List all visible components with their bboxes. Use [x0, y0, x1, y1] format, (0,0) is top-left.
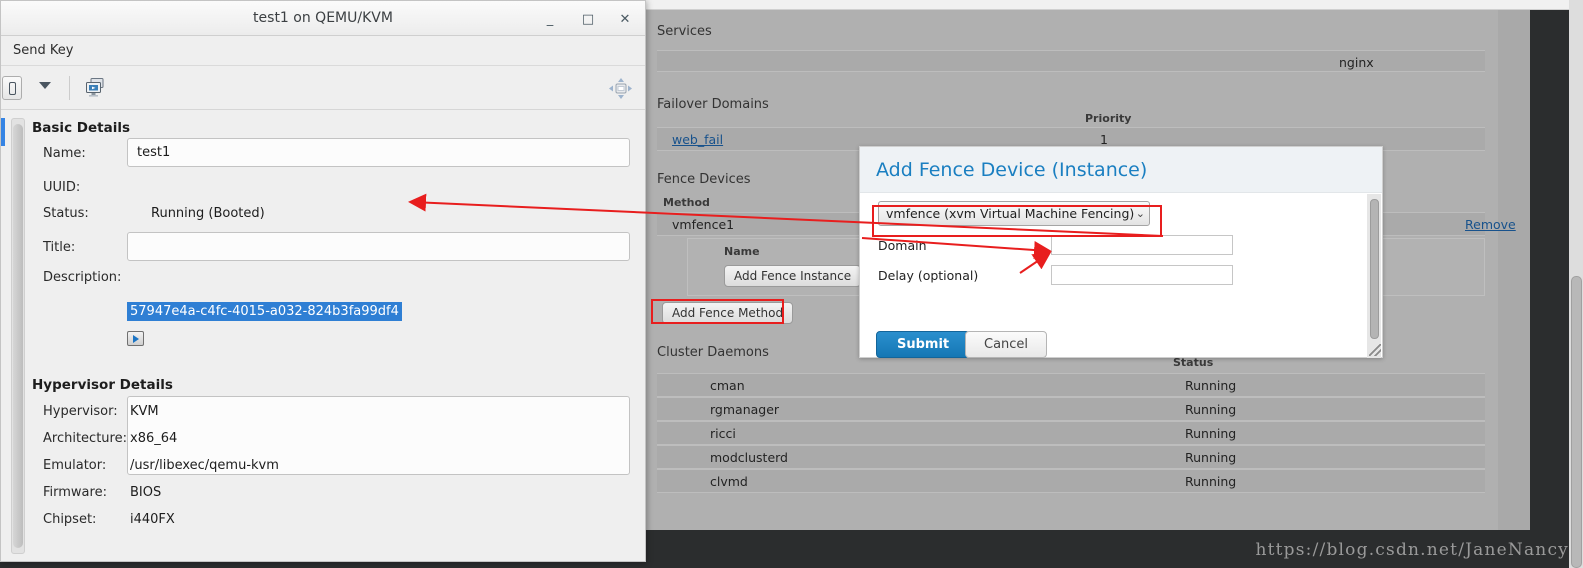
hypervisor-label: Hypervisor: — [43, 404, 118, 419]
fullscreen-icon[interactable] — [609, 78, 633, 100]
name-column-header: Name — [724, 245, 760, 258]
daemon-status: Running — [1185, 450, 1237, 465]
watermark-text: https://blog.csdn.net/JaneNancy — [1255, 540, 1569, 560]
delay-label: Delay (optional) — [878, 268, 979, 283]
priority-column-header: Priority — [1085, 112, 1132, 125]
daemon-name: rgmanager — [710, 402, 780, 417]
window-titlebar[interactable]: test1 on QEMU/KVM _ □ ✕ — [1, 1, 645, 36]
chipset-value: i440FX — [130, 512, 175, 527]
architecture-value: x86_64 — [130, 431, 178, 446]
title-label: Title: — [43, 240, 76, 255]
hypervisor-details-heading: Hypervisor Details — [32, 377, 173, 393]
selection-accent-bar — [1, 118, 5, 146]
daemon-status: Running — [1185, 402, 1237, 417]
submit-button[interactable]: Submit — [876, 331, 971, 358]
daemon-name: modclusterd — [710, 450, 788, 465]
fence-device-type-value: vmfence (xvm Virtual Machine Fencing) — [886, 206, 1135, 221]
firmware-value: BIOS — [130, 485, 162, 500]
chipset-label: Chipset: — [43, 512, 97, 527]
cluster-daemons-section-label: Cluster Daemons — [657, 345, 769, 360]
name-field-value: test1 — [137, 145, 171, 160]
emulator-label: Emulator: — [43, 458, 107, 473]
toolbar — [1, 66, 645, 110]
fence-devices-section-label: Fence Devices — [657, 172, 751, 187]
daemon-name: cman — [710, 378, 745, 393]
details-scrollbar-thumb[interactable] — [13, 124, 23, 548]
vm-details-pane: Basic Details Name: test1 UUID: 57947e4a… — [1, 110, 645, 561]
table-row[interactable]: cman Running — [657, 373, 1485, 397]
add-fence-device-dialog: Add Fence Device (Instance) vmfence (xvm… — [859, 146, 1383, 358]
daemon-name: ricci — [710, 426, 736, 441]
toolbar-divider — [69, 76, 70, 100]
failover-domain-priority: 1 — [1100, 132, 1108, 147]
power-icon[interactable] — [2, 76, 22, 100]
maximize-button[interactable]: □ — [577, 8, 599, 30]
table-row[interactable]: nginx — [657, 50, 1485, 72]
delay-input[interactable] — [1051, 265, 1233, 285]
minimize-button[interactable]: _ — [539, 8, 561, 30]
add-fence-method-button[interactable]: Add Fence Method — [662, 302, 794, 324]
table-row[interactable]: modclusterd Running — [657, 445, 1485, 469]
status-value: Running (Booted) — [151, 206, 265, 221]
status-label: Status: — [43, 206, 89, 221]
dialog-header: Add Fence Device (Instance) — [860, 147, 1382, 193]
architecture-label: Architecture: — [43, 431, 127, 446]
title-field[interactable] — [127, 232, 630, 261]
fence-method-name: vmfence1 — [672, 217, 735, 232]
basic-details-heading: Basic Details — [32, 120, 130, 136]
dialog-scrollbar-thumb[interactable] — [1370, 199, 1379, 339]
cancel-button[interactable]: Cancel — [965, 331, 1048, 358]
failover-domains-section-label: Failover Domains — [657, 97, 769, 112]
hypervisor-value: KVM — [130, 404, 159, 419]
add-fence-instance-button[interactable]: Add Fence Instance — [724, 265, 862, 287]
domain-input[interactable] — [1051, 235, 1233, 255]
name-label: Name: — [43, 146, 86, 161]
daemon-name: clvmd — [710, 474, 748, 489]
chevron-down-icon[interactable] — [39, 82, 51, 89]
remove-link[interactable]: Remove — [1465, 217, 1516, 232]
dialog-title: Add Fence Device (Instance) — [876, 158, 1148, 181]
description-label: Description: — [43, 270, 122, 285]
fence-device-type-select[interactable]: vmfence (xvm Virtual Machine Fencing) ⌄ — [878, 201, 1150, 226]
table-row[interactable]: rgmanager Running — [657, 397, 1485, 421]
browser-chrome-strip — [645, 0, 1583, 10]
running-monitor-icon — [127, 331, 144, 346]
table-row[interactable]: clvmd Running — [657, 469, 1485, 493]
uuid-value[interactable]: 57947e4a-c4fc-4015-a032-824b3fa99df4 — [127, 302, 402, 321]
services-section-label: Services — [657, 24, 712, 39]
page-scrollbar-thumb[interactable] — [1571, 276, 1582, 568]
daemon-status: Running — [1185, 378, 1237, 393]
daemon-status: Running — [1185, 426, 1237, 441]
page-scrollbar-track[interactable] — [1569, 0, 1583, 568]
virt-manager-window: test1 on QEMU/KVM _ □ ✕ Send Key Basic D… — [0, 0, 646, 562]
chevron-down-icon: ⌄ — [1135, 207, 1145, 220]
page-margin-strip — [1498, 10, 1530, 530]
dialog-body: vmfence (xvm Virtual Machine Fencing) ⌄ … — [860, 193, 1382, 285]
close-button[interactable]: ✕ — [614, 8, 636, 30]
menu-item-send-key[interactable]: Send Key — [13, 43, 73, 58]
method-column-header: Method — [663, 196, 710, 209]
firmware-label: Firmware: — [43, 485, 107, 500]
emulator-value: /usr/libexec/qemu-kvm — [130, 458, 279, 473]
uuid-label: UUID: — [43, 180, 81, 195]
service-name: nginx — [1339, 55, 1374, 70]
daemon-status: Running — [1185, 474, 1237, 489]
domain-label: Domain — [878, 238, 927, 253]
name-field[interactable]: test1 — [127, 138, 630, 167]
menubar: Send Key — [1, 36, 645, 66]
failover-domain-link[interactable]: web_fail — [672, 132, 723, 147]
table-row[interactable]: ricci Running — [657, 421, 1485, 445]
dialog-resize-grip[interactable] — [1369, 344, 1381, 356]
console-icon[interactable] — [86, 78, 108, 98]
